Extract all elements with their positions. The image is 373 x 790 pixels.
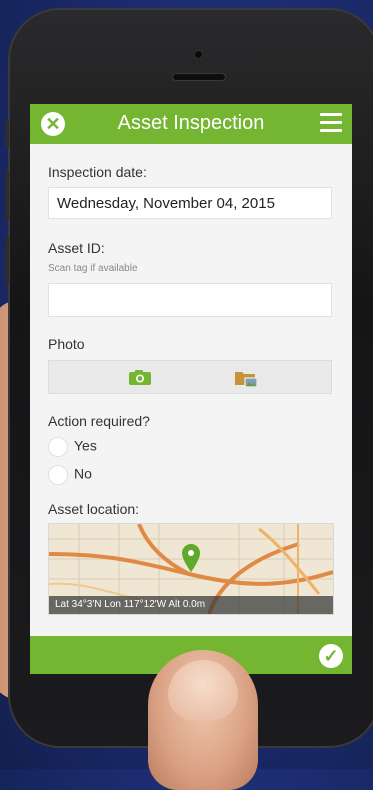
radio-no-row[interactable]: No bbox=[48, 465, 92, 485]
app-screen: ✕ Asset Inspection Inspection date: Wedn… bbox=[30, 104, 352, 674]
earpiece-speaker bbox=[173, 74, 225, 80]
page-title: Asset Inspection bbox=[117, 112, 265, 134]
volume-up-button bbox=[5, 170, 9, 220]
hamburger-icon[interactable] bbox=[320, 113, 342, 133]
volume-down-button bbox=[5, 236, 9, 286]
asset-id-hint: Scan tag if available bbox=[48, 263, 138, 274]
action-required-label: Action required? bbox=[48, 413, 150, 429]
radio-yes-row[interactable]: Yes bbox=[48, 437, 97, 457]
camera-icon[interactable] bbox=[129, 370, 151, 385]
folder-icon[interactable] bbox=[235, 370, 257, 387]
asset-id-label: Asset ID: bbox=[48, 240, 105, 256]
radio-no-label: No bbox=[74, 465, 92, 482]
asset-id-field[interactable] bbox=[48, 283, 332, 317]
radio-yes[interactable] bbox=[48, 437, 68, 457]
asset-location-label: Asset location: bbox=[48, 501, 140, 517]
location-pin-icon bbox=[182, 544, 200, 572]
front-camera bbox=[195, 51, 202, 58]
photo-label: Photo bbox=[48, 336, 85, 352]
inspection-date-label: Inspection date: bbox=[48, 164, 147, 180]
location-map[interactable]: Lat 34°3'N Lon 117°12'W Alt 0.0m bbox=[48, 523, 334, 615]
radio-no[interactable] bbox=[48, 465, 68, 485]
map-coordinates: Lat 34°3'N Lon 117°12'W Alt 0.0m bbox=[49, 596, 333, 614]
mute-switch bbox=[5, 120, 9, 148]
top-bar: ✕ Asset Inspection bbox=[30, 104, 352, 144]
inspection-date-field[interactable]: Wednesday, November 04, 2015 bbox=[48, 187, 332, 219]
submit-check-button[interactable]: ✓ bbox=[319, 644, 343, 668]
photo-bar bbox=[48, 360, 332, 394]
form-content: Inspection date: Wednesday, November 04,… bbox=[30, 144, 352, 636]
radio-yes-label: Yes bbox=[74, 437, 97, 454]
